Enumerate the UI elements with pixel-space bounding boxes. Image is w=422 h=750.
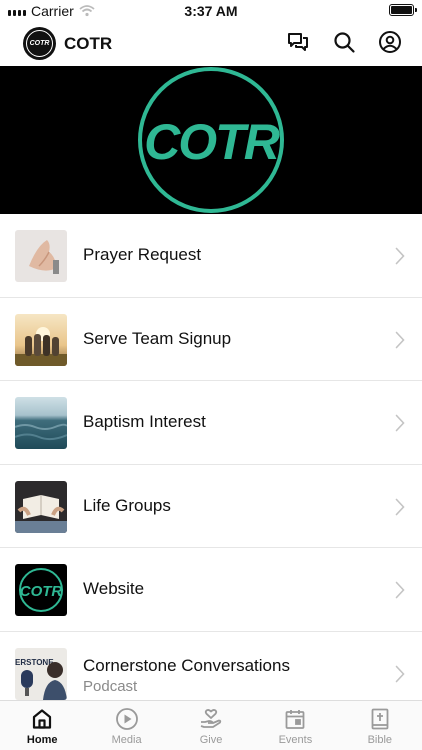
podcast-thumbnail: ERSTONE <box>15 647 67 700</box>
profile-icon[interactable] <box>378 30 402 54</box>
cotr-thumbnail-text: COTR <box>20 583 63 600</box>
tab-give[interactable]: Give <box>169 701 253 750</box>
list-item-label: Baptism Interest <box>83 412 206 432</box>
tab-label: Home <box>26 734 58 746</box>
tab-bar: Home Media Give Events Bible <box>0 700 422 750</box>
search-icon[interactable] <box>332 30 356 54</box>
app-logo-text: COTR <box>26 30 53 57</box>
tab-media[interactable]: Media <box>84 701 168 750</box>
chevron-right-icon <box>395 498 405 516</box>
tab-label: Give <box>199 734 223 746</box>
home-icon <box>33 709 52 729</box>
play-icon <box>115 708 138 730</box>
serve-team-thumbnail <box>15 313 67 366</box>
list-item-website[interactable]: COTR Website <box>0 548 422 632</box>
tab-events[interactable]: Events <box>253 701 337 750</box>
app-logo: COTR <box>23 27 56 60</box>
list-item-life-groups[interactable]: Life Groups <box>0 465 422 549</box>
list-item-serve-team-signup[interactable]: Serve Team Signup <box>0 298 422 382</box>
bible-icon <box>371 708 389 730</box>
list-item-baptism-interest[interactable]: Baptism Interest <box>0 381 422 465</box>
prayer-hands-thumbnail <box>15 230 67 282</box>
list-item-label: Prayer Request <box>83 245 202 264</box>
tab-label: Events <box>278 734 313 746</box>
list-item-prayer-request[interactable]: Prayer Request <box>0 214 422 298</box>
list-item-label: Website <box>83 579 145 599</box>
calendar-icon <box>286 710 305 729</box>
list-item-label: Serve Team Signup <box>83 328 232 348</box>
chevron-right-icon <box>395 247 405 265</box>
tab-bible[interactable]: Bible <box>338 701 422 750</box>
battery-icon <box>389 4 417 16</box>
chat-icon[interactable] <box>286 30 310 54</box>
open-book-thumbnail <box>15 480 67 533</box>
menu-list: Prayer Request Serve Team Signup Baptism… <box>0 214 422 716</box>
tab-label: Bible <box>367 734 393 746</box>
status-bar: Carrier 3:37 AM <box>0 0 422 22</box>
page-title: COTR <box>64 34 113 53</box>
status-time: 3:37 AM <box>184 3 238 19</box>
cotr-logo-text: COTR <box>144 114 280 170</box>
hero-banner: COTR <box>0 66 422 214</box>
chevron-right-icon <box>395 665 405 683</box>
list-item-label: Cornerstone Conversations <box>83 655 290 675</box>
tab-label: Media <box>111 734 142 746</box>
list-item-label: Life Groups <box>83 495 171 515</box>
chevron-right-icon <box>395 414 405 432</box>
give-icon <box>200 709 222 728</box>
chevron-right-icon <box>395 331 405 348</box>
water-waves-thumbnail <box>15 397 67 450</box>
chevron-right-icon <box>395 582 405 599</box>
tab-home[interactable]: Home <box>0 701 84 750</box>
list-item-subtitle: Podcast <box>83 677 138 695</box>
nav-bar: COTR COTR <box>0 22 422 66</box>
cotr-logo-thumbnail: COTR <box>15 564 67 617</box>
cotr-logo: COTR <box>138 67 284 213</box>
